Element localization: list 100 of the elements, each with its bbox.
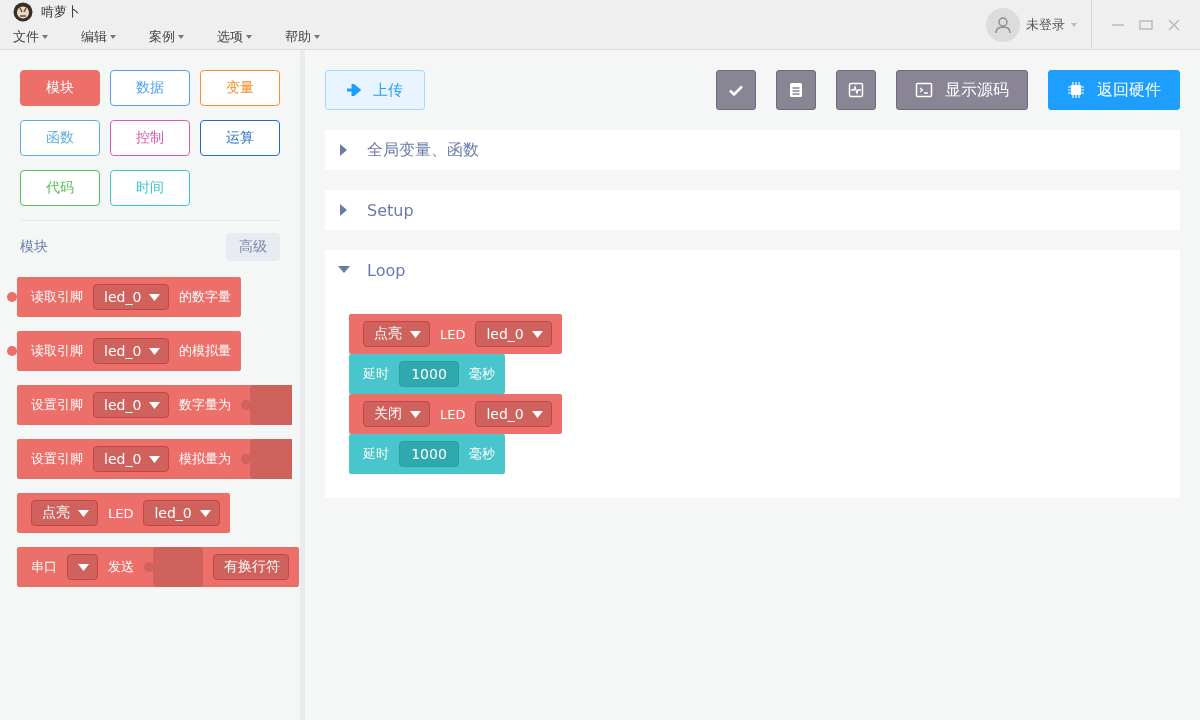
block-label: LED: [108, 505, 134, 521]
category-tab[interactable]: 运算: [200, 120, 280, 156]
category-tab[interactable]: 控制: [110, 120, 190, 156]
caret-icon: [78, 509, 89, 517]
block-dropdown[interactable]: 点亮: [31, 500, 98, 526]
section-title: Setup: [367, 200, 414, 220]
code-block[interactable]: 设置引脚 led_0 模拟量为: [17, 439, 293, 479]
code-block[interactable]: 关闭 LED led_0: [349, 394, 562, 434]
block-dropdown[interactable]: led_0: [93, 446, 170, 472]
code-block[interactable]: 点亮 LED led_0: [17, 493, 230, 533]
block-label: LED: [440, 326, 466, 342]
caret-icon: [314, 34, 320, 39]
document-button[interactable]: [776, 70, 816, 110]
number-field[interactable]: 1000: [399, 361, 459, 387]
block-label: 模拟量为: [179, 450, 232, 468]
code-block[interactable]: 读取引脚 led_0 的数字量: [17, 277, 242, 317]
connector-nub: [7, 346, 17, 356]
menu-item[interactable]: 文件: [13, 27, 81, 46]
input-socket: [241, 385, 293, 425]
category-tab[interactable]: 模块: [20, 70, 100, 106]
menu-item[interactable]: 编辑: [81, 27, 149, 46]
caret-icon: [178, 34, 184, 39]
waveform-icon: [847, 81, 865, 99]
palette-title: 模块: [20, 238, 48, 256]
caret-icon: [410, 410, 421, 418]
block-label: 设置引脚: [31, 450, 83, 468]
category-tab[interactable]: 时间: [110, 170, 190, 206]
block-label: 读取引脚: [31, 342, 83, 360]
code-block[interactable]: 读取引脚 led_0 的模拟量: [17, 331, 242, 371]
caret-icon: [246, 34, 252, 39]
block-label: 串口: [31, 558, 57, 576]
input-socket: [241, 439, 293, 479]
caret-icon: [149, 347, 161, 355]
category-tab[interactable]: 数据: [110, 70, 190, 106]
section-header[interactable]: Setup: [325, 190, 1180, 230]
terminal-icon: [915, 81, 933, 99]
category-tab[interactable]: 函数: [20, 120, 100, 156]
caret-icon: [149, 293, 161, 301]
menu-item[interactable]: 帮助: [285, 27, 353, 46]
connector-nub: [7, 292, 17, 302]
caret-icon: [199, 509, 211, 517]
code-block[interactable]: 延时 1000 毫秒: [349, 354, 505, 394]
avatar-icon[interactable]: [986, 7, 1020, 42]
chip-icon: [1067, 81, 1085, 99]
block-label: 数字量为: [179, 396, 232, 414]
category-tab[interactable]: 代码: [20, 170, 100, 206]
block-label: 发送: [108, 558, 134, 576]
waveform-button[interactable]: [836, 70, 876, 110]
block-label: 的模拟量: [179, 342, 232, 360]
code-block[interactable]: 设置引脚 led_0 数字量为: [17, 385, 293, 425]
block-dropdown[interactable]: 有换行符: [213, 554, 289, 580]
block-label: LED: [440, 406, 466, 422]
block-label: 毫秒: [469, 445, 495, 463]
input-socket: [144, 547, 203, 587]
block-dropdown[interactable]: led_0: [475, 401, 552, 427]
block-label: 设置引脚: [31, 396, 83, 414]
caret-icon: [110, 34, 116, 39]
block-label: 读取引脚: [31, 288, 83, 306]
block-label: 延时: [363, 365, 389, 383]
caret-icon[interactable]: [1071, 22, 1077, 27]
number-field[interactable]: 1000: [399, 441, 459, 467]
upload-button[interactable]: 上传: [325, 70, 425, 110]
block-dropdown[interactable]: led_0: [93, 392, 170, 418]
hardware-button[interactable]: 返回硬件: [1048, 70, 1180, 110]
block-label: 的数字量: [179, 288, 232, 306]
close-icon[interactable]: [1166, 16, 1182, 33]
app-title: 啃萝卜: [41, 3, 80, 21]
block-label: 毫秒: [469, 365, 495, 383]
caret-icon: [531, 410, 543, 418]
caret-icon: [78, 563, 89, 571]
menu-item[interactable]: 选项: [217, 27, 285, 46]
caret-icon: [149, 455, 161, 463]
block-dropdown[interactable]: 点亮: [363, 321, 430, 347]
section-title: Loop: [367, 260, 406, 280]
check-button[interactable]: [716, 70, 756, 110]
block-label: 延时: [363, 445, 389, 463]
category-tab[interactable]: 变量: [200, 70, 280, 106]
code-block[interactable]: 串口 发送 有换行符: [17, 547, 299, 587]
logo-icon: [13, 2, 33, 22]
section-header[interactable]: Loop: [325, 250, 1180, 290]
code-block[interactable]: 延时 1000 毫秒: [349, 434, 505, 474]
block-dropdown[interactable]: [67, 554, 98, 580]
menu-item[interactable]: 案例: [149, 27, 217, 46]
advanced-button[interactable]: 高级: [226, 233, 280, 261]
section-title: 全局变量、函数: [367, 139, 479, 161]
block-dropdown[interactable]: 关闭: [363, 401, 430, 427]
block-dropdown[interactable]: led_0: [143, 500, 220, 526]
caret-icon: [531, 330, 543, 338]
document-icon: [787, 81, 805, 99]
user-name[interactable]: 未登录: [1026, 15, 1065, 34]
code-block[interactable]: 点亮 LED led_0: [349, 314, 562, 354]
caret-icon: [42, 34, 48, 39]
caret-icon: [410, 330, 421, 338]
caret-icon: [149, 401, 161, 409]
block-dropdown[interactable]: led_0: [93, 284, 170, 310]
section-header[interactable]: 全局变量、函数: [325, 130, 1180, 170]
arrow-icon: [347, 84, 361, 96]
block-dropdown[interactable]: led_0: [475, 321, 552, 347]
block-dropdown[interactable]: led_0: [93, 338, 170, 364]
show-source-button[interactable]: 显示源码: [896, 70, 1028, 110]
